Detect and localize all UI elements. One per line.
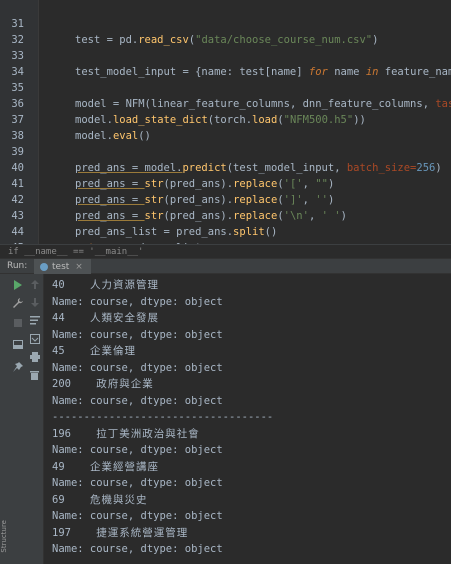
soft-wrap-icon[interactable] (26, 312, 43, 329)
console-line: 45 企業倫理 (52, 345, 136, 357)
run-tab-test[interactable]: test × (34, 259, 91, 274)
python-icon (40, 262, 48, 271)
structure-side-tab[interactable]: Structure (0, 520, 9, 560)
code-line-43: 43 pred_ans_list = pred_ans.split() (0, 192, 451, 238)
stop-icon[interactable] (9, 314, 26, 331)
console-line: 69 危機與災史 (52, 493, 148, 506)
console-separator: ----------------------------------- (52, 411, 274, 423)
code-editor[interactable]: 31 test = pd.read_csv("data/choose_cours… (0, 0, 451, 254)
code-line-41: 41 pred_ans = str(pred_ans).replace(']',… (0, 160, 451, 206)
code-line-31: 31 test = pd.read_csv("data/choose_cours… (0, 0, 451, 46)
arrow-up-icon[interactable] (26, 276, 43, 293)
console-line: Name: course, dtype: object (52, 444, 223, 456)
console-line: 196 拉丁美洲政治與社會 (52, 427, 200, 440)
run-toolbar-secondary (26, 274, 44, 564)
code-line-38: 38 (0, 112, 451, 142)
code-line-44: 44 return pred_ans_list (0, 208, 451, 254)
console-line: Name: course, dtype: object (52, 295, 223, 308)
code-line-42: 42 pred_ans = str(pred_ans).replace('\n'… (0, 176, 451, 222)
console-line: 49 企業經營講座 (52, 460, 159, 473)
console-line: 200 政府與企業 (52, 378, 154, 390)
console-line: Name: course, dtype: object (52, 361, 223, 374)
console-line: Name: course, dtype: object (52, 510, 223, 522)
code-line-35: 35 model = NFM(linear_feature_columns, d… (0, 64, 451, 110)
code-line-34: 34 (0, 48, 451, 78)
run-tab-label: test (52, 261, 70, 272)
scroll-to-end-icon[interactable] (26, 330, 43, 347)
layout-icon[interactable] (9, 336, 26, 353)
console-line: 44 人類安全發展 (52, 312, 159, 324)
console-line: Name: course, dtype: object (52, 394, 223, 407)
editor-breadcrumb[interactable]: if __name__ == '__main__' (0, 244, 451, 258)
trash-icon[interactable] (26, 366, 43, 383)
play-icon[interactable] (9, 276, 26, 293)
code-line-36: 36 model.load_state_dict(torch.load("NFM… (0, 80, 451, 126)
run-console-output[interactable]: 40 人力資源管理 Name: course, dtype: object 44… (44, 274, 451, 564)
run-tool-window-header: Run: test × (0, 258, 451, 274)
pin-icon[interactable] (9, 358, 26, 375)
run-toolbar-primary (9, 274, 27, 564)
code-line-37: 37 model.eval() (0, 96, 451, 142)
code-line-45: 45 (0, 224, 451, 254)
console-line: 197 捷運系統營運管理 (52, 526, 189, 539)
wrench-icon[interactable] (9, 294, 26, 311)
ide-window: 31 test = pd.read_csv("data/choose_cours… (0, 0, 451, 564)
code-line-32: 32 (0, 16, 451, 46)
code-line-40: 40 pred_ans = str(pred_ans).replace('[',… (0, 144, 451, 190)
code-line-39: 39 pred_ans = model.predict(test_model_i… (0, 128, 451, 174)
console-line: Name: course, dtype: object (52, 328, 223, 341)
print-icon[interactable] (26, 348, 43, 365)
run-label: Run: (7, 261, 28, 271)
arrow-down-icon[interactable] (26, 294, 43, 311)
console-line: Name: course, dtype: object (52, 543, 223, 555)
code-line-33: 33 test_model_input = {name: test[name] … (0, 32, 451, 78)
close-icon[interactable]: × (75, 262, 83, 272)
console-line: 40 人力資源管理 (52, 279, 159, 291)
console-line: Name: course, dtype: object (52, 477, 223, 489)
